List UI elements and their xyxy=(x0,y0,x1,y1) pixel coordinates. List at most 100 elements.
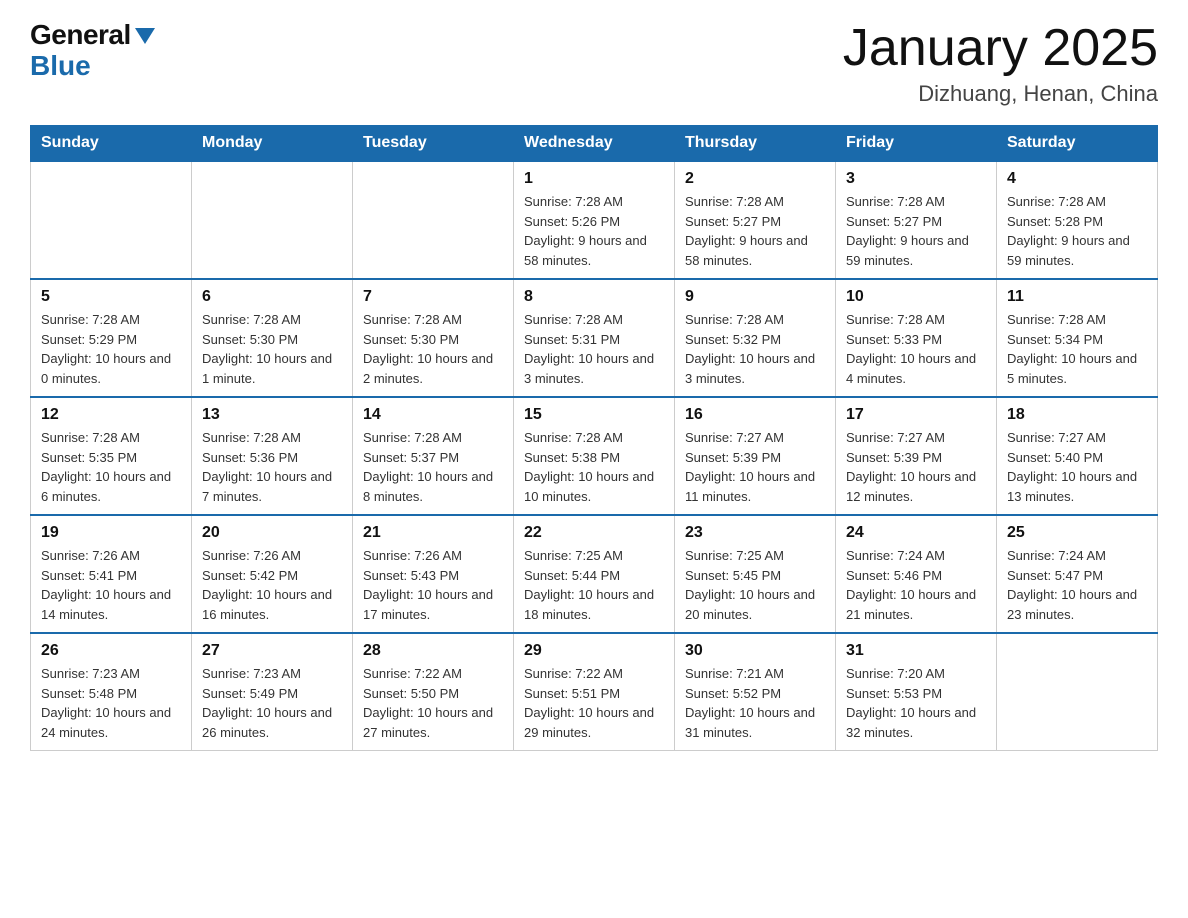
calendar-week-row: 5 Sunrise: 7:28 AM Sunset: 5:29 PM Daylig… xyxy=(31,279,1158,397)
day-number: 17 xyxy=(846,406,986,424)
calendar-cell: 24Sunrise: 7:24 AM Sunset: 5:46 PM Dayli… xyxy=(836,515,997,633)
day-info: Sunrise: 7:28 AM Sunset: 5:31 PM Dayligh… xyxy=(524,310,664,388)
day-number: 9 xyxy=(685,288,825,306)
logo-triangle-icon xyxy=(135,28,155,44)
day-info: Sunrise: 7:28 AM Sunset: 5:26 PM Dayligh… xyxy=(524,192,664,270)
day-number: 14 xyxy=(363,406,503,424)
day-number: 11 xyxy=(1007,288,1147,306)
day-number: 2 xyxy=(685,170,825,188)
calendar-cell: 20 Sunrise: 7:26 AM Sunset: 5:42 PM Dayli… xyxy=(192,515,353,633)
logo-general-text: General xyxy=(30,19,131,50)
day-number: 16 xyxy=(685,406,825,424)
day-info: Sunrise: 7:27 AM Sunset: 5:39 PM Dayligh… xyxy=(846,428,986,506)
calendar-cell: 4 Sunrise: 7:28 AM Sunset: 5:28 PM Daylig… xyxy=(997,161,1158,279)
day-info: Sunrise: 7:28 AM Sunset: 5:29 PM Dayligh… xyxy=(41,310,181,388)
calendar-cell: 22Sunrise: 7:25 AM Sunset: 5:44 PM Dayli… xyxy=(514,515,675,633)
day-info: Sunrise: 7:26 AM Sunset: 5:43 PM Dayligh… xyxy=(363,546,503,624)
weekday-header-friday: Friday xyxy=(836,126,997,162)
day-info: Sunrise: 7:27 AM Sunset: 5:40 PM Dayligh… xyxy=(1007,428,1147,506)
day-number: 4 xyxy=(1007,170,1147,188)
page-header: General Blue January 2025 Dizhuang, Hena… xyxy=(30,20,1158,107)
day-number: 27 xyxy=(202,642,342,660)
day-number: 7 xyxy=(363,288,503,306)
calendar-cell: 3 Sunrise: 7:28 AM Sunset: 5:27 PM Daylig… xyxy=(836,161,997,279)
day-info: Sunrise: 7:23 AM Sunset: 5:49 PM Dayligh… xyxy=(202,664,342,742)
day-info: Sunrise: 7:28 AM Sunset: 5:36 PM Dayligh… xyxy=(202,428,342,506)
calendar-cell: 31 Sunrise: 7:20 AM Sunset: 5:53 PM Dayli… xyxy=(836,633,997,751)
calendar-cell: 29Sunrise: 7:22 AM Sunset: 5:51 PM Dayli… xyxy=(514,633,675,751)
weekday-header-tuesday: Tuesday xyxy=(353,126,514,162)
day-number: 19 xyxy=(41,524,181,542)
calendar-week-row: 19 Sunrise: 7:26 AM Sunset: 5:41 PM Dayli… xyxy=(31,515,1158,633)
calendar-table: SundayMondayTuesdayWednesdayThursdayFrid… xyxy=(30,125,1158,751)
weekday-header-wednesday: Wednesday xyxy=(514,126,675,162)
calendar-cell xyxy=(192,161,353,279)
calendar-cell: 25Sunrise: 7:24 AM Sunset: 5:47 PM Dayli… xyxy=(997,515,1158,633)
day-info: Sunrise: 7:28 AM Sunset: 5:37 PM Dayligh… xyxy=(363,428,503,506)
weekday-header-monday: Monday xyxy=(192,126,353,162)
day-info: Sunrise: 7:24 AM Sunset: 5:46 PM Dayligh… xyxy=(846,546,986,624)
day-info: Sunrise: 7:28 AM Sunset: 5:27 PM Dayligh… xyxy=(846,192,986,270)
day-info: Sunrise: 7:28 AM Sunset: 5:28 PM Dayligh… xyxy=(1007,192,1147,270)
weekday-header-row: SundayMondayTuesdayWednesdayThursdayFrid… xyxy=(31,126,1158,162)
calendar-week-row: 12Sunrise: 7:28 AM Sunset: 5:35 PM Dayli… xyxy=(31,397,1158,515)
calendar-cell: 28 Sunrise: 7:22 AM Sunset: 5:50 PM Dayli… xyxy=(353,633,514,751)
day-info: Sunrise: 7:28 AM Sunset: 5:38 PM Dayligh… xyxy=(524,428,664,506)
calendar-cell: 21Sunrise: 7:26 AM Sunset: 5:43 PM Dayli… xyxy=(353,515,514,633)
calendar-cell: 27 Sunrise: 7:23 AM Sunset: 5:49 PM Dayli… xyxy=(192,633,353,751)
day-info: Sunrise: 7:22 AM Sunset: 5:50 PM Dayligh… xyxy=(363,664,503,742)
logo: General Blue xyxy=(30,20,155,82)
title-block: January 2025 Dizhuang, Henan, China xyxy=(843,20,1158,107)
day-info: Sunrise: 7:22 AM Sunset: 5:51 PM Dayligh… xyxy=(524,664,664,742)
day-number: 10 xyxy=(846,288,986,306)
calendar-cell: 14 Sunrise: 7:28 AM Sunset: 5:37 PM Dayli… xyxy=(353,397,514,515)
calendar-cell: 13 Sunrise: 7:28 AM Sunset: 5:36 PM Dayli… xyxy=(192,397,353,515)
day-info: Sunrise: 7:28 AM Sunset: 5:33 PM Dayligh… xyxy=(846,310,986,388)
day-number: 28 xyxy=(363,642,503,660)
calendar-cell: 18 Sunrise: 7:27 AM Sunset: 5:40 PM Dayli… xyxy=(997,397,1158,515)
day-number: 15 xyxy=(524,406,664,424)
calendar-cell: 16 Sunrise: 7:27 AM Sunset: 5:39 PM Dayli… xyxy=(675,397,836,515)
day-number: 12 xyxy=(41,406,181,424)
calendar-cell: 11 Sunrise: 7:28 AM Sunset: 5:34 PM Dayli… xyxy=(997,279,1158,397)
calendar-title: January 2025 xyxy=(843,20,1158,77)
day-info: Sunrise: 7:26 AM Sunset: 5:42 PM Dayligh… xyxy=(202,546,342,624)
day-info: Sunrise: 7:23 AM Sunset: 5:48 PM Dayligh… xyxy=(41,664,181,742)
calendar-cell: 8 Sunrise: 7:28 AM Sunset: 5:31 PM Daylig… xyxy=(514,279,675,397)
calendar-cell: 10 Sunrise: 7:28 AM Sunset: 5:33 PM Dayli… xyxy=(836,279,997,397)
weekday-header-sunday: Sunday xyxy=(31,126,192,162)
day-info: Sunrise: 7:28 AM Sunset: 5:34 PM Dayligh… xyxy=(1007,310,1147,388)
day-number: 8 xyxy=(524,288,664,306)
day-info: Sunrise: 7:28 AM Sunset: 5:30 PM Dayligh… xyxy=(202,310,342,388)
calendar-cell: 1 Sunrise: 7:28 AM Sunset: 5:26 PM Daylig… xyxy=(514,161,675,279)
day-number: 3 xyxy=(846,170,986,188)
calendar-cell: 23Sunrise: 7:25 AM Sunset: 5:45 PM Dayli… xyxy=(675,515,836,633)
day-number: 5 xyxy=(41,288,181,306)
day-info: Sunrise: 7:21 AM Sunset: 5:52 PM Dayligh… xyxy=(685,664,825,742)
logo-blue-text: Blue xyxy=(30,51,91,82)
calendar-cell xyxy=(997,633,1158,751)
day-number: 18 xyxy=(1007,406,1147,424)
calendar-cell: 6 Sunrise: 7:28 AM Sunset: 5:30 PM Daylig… xyxy=(192,279,353,397)
day-number: 1 xyxy=(524,170,664,188)
day-info: Sunrise: 7:27 AM Sunset: 5:39 PM Dayligh… xyxy=(685,428,825,506)
day-info: Sunrise: 7:26 AM Sunset: 5:41 PM Dayligh… xyxy=(41,546,181,624)
day-number: 13 xyxy=(202,406,342,424)
calendar-week-row: 1 Sunrise: 7:28 AM Sunset: 5:26 PM Daylig… xyxy=(31,161,1158,279)
day-number: 25 xyxy=(1007,524,1147,542)
logo-general-line: General xyxy=(30,20,155,51)
weekday-header-thursday: Thursday xyxy=(675,126,836,162)
day-info: Sunrise: 7:20 AM Sunset: 5:53 PM Dayligh… xyxy=(846,664,986,742)
day-number: 6 xyxy=(202,288,342,306)
day-info: Sunrise: 7:25 AM Sunset: 5:44 PM Dayligh… xyxy=(524,546,664,624)
day-number: 20 xyxy=(202,524,342,542)
calendar-cell: 30 Sunrise: 7:21 AM Sunset: 5:52 PM Dayli… xyxy=(675,633,836,751)
day-number: 23 xyxy=(685,524,825,542)
calendar-cell: 5 Sunrise: 7:28 AM Sunset: 5:29 PM Daylig… xyxy=(31,279,192,397)
calendar-cell: 17 Sunrise: 7:27 AM Sunset: 5:39 PM Dayli… xyxy=(836,397,997,515)
day-number: 31 xyxy=(846,642,986,660)
day-info: Sunrise: 7:28 AM Sunset: 5:27 PM Dayligh… xyxy=(685,192,825,270)
calendar-cell: 7Sunrise: 7:28 AM Sunset: 5:30 PM Daylig… xyxy=(353,279,514,397)
calendar-subtitle: Dizhuang, Henan, China xyxy=(843,81,1158,107)
day-number: 30 xyxy=(685,642,825,660)
